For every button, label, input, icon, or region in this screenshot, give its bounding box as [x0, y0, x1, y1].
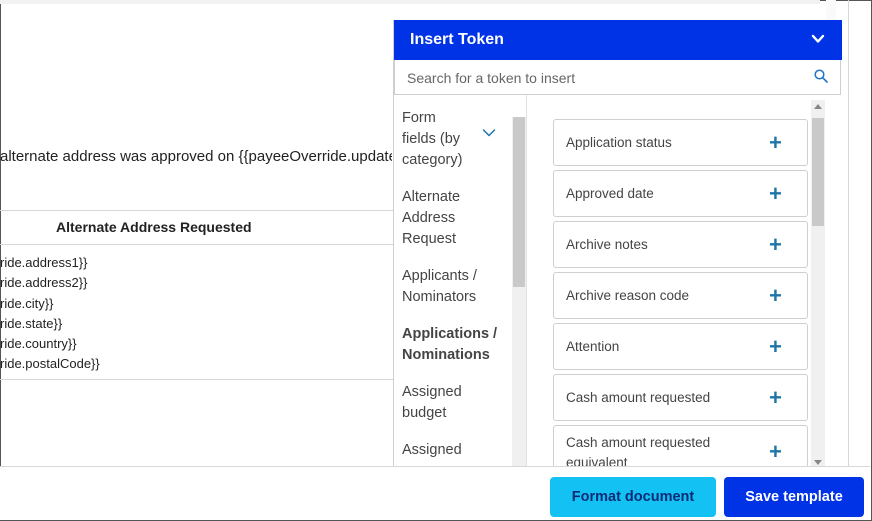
chevron-down-icon[interactable] — [482, 128, 496, 138]
category-label: Applications / Nominations — [402, 326, 498, 363]
format-document-button[interactable]: Format document — [550, 477, 716, 517]
category-label: Assigned budget — [402, 384, 462, 421]
table-row: ride.postalCode}} — [0, 356, 100, 372]
table-header: Alternate Address Requested — [56, 219, 252, 235]
token-item[interactable]: Application status + — [553, 119, 808, 166]
table-body[interactable]: ride.address1}} ride.address2}} ride.cit… — [0, 253, 100, 375]
token-scrollbar[interactable] — [811, 100, 825, 466]
category-item[interactable]: Assigned budget — [394, 376, 512, 434]
plus-icon[interactable]: + — [769, 132, 782, 154]
table-border-top — [0, 210, 393, 211]
token-label: Attention — [566, 339, 620, 354]
template-sentence[interactable]: alternate address was approved on {{paye… — [0, 148, 392, 165]
table-row: ride.state}} — [0, 315, 63, 331]
top-divider — [0, 0, 820, 4]
table-row: ride.country}} — [0, 336, 77, 352]
category-item-selected[interactable]: Applications / Nominations — [394, 318, 512, 376]
save-template-button[interactable]: Save template — [724, 477, 864, 517]
scrollbar-thumb[interactable] — [513, 117, 525, 287]
category-label: Form fields (by category) — [402, 110, 463, 168]
plus-icon[interactable]: + — [769, 336, 782, 358]
table-border-mid — [0, 244, 393, 245]
token-label: Cash amount requested — [566, 390, 711, 405]
table-border-bottom — [0, 379, 393, 380]
plus-icon[interactable]: + — [769, 387, 782, 409]
token-item[interactable]: Archive reason code + — [553, 272, 808, 319]
token-label: Archive notes — [566, 237, 648, 252]
category-scrollbar[interactable] — [512, 117, 526, 466]
plus-icon[interactable]: + — [769, 183, 782, 205]
token-item[interactable]: Attention + — [553, 323, 808, 370]
scrollbar-thumb[interactable] — [812, 118, 824, 226]
category-label: Applicants / Nominators — [402, 268, 477, 305]
search-input[interactable] — [405, 67, 809, 89]
panel-header[interactable]: Insert Token — [394, 20, 842, 60]
token-list: Application status + Approved date + Arc… — [553, 119, 808, 476]
footer-bar: Format document Save template — [0, 466, 870, 520]
table-row: ride.address1}} — [0, 255, 88, 270]
token-label: Application status — [566, 135, 672, 150]
category-list: Form fields (by category) Alternate Addr… — [394, 102, 512, 471]
plus-icon[interactable]: + — [769, 234, 782, 256]
insert-token-panel: Insert Token Form fields (by category) A… — [393, 20, 842, 472]
token-search — [394, 60, 841, 95]
plus-icon[interactable]: + — [769, 441, 782, 463]
token-label: Archive reason code — [566, 288, 690, 303]
right-divider — [848, 0, 849, 466]
token-item[interactable]: Cash amount requested equivalent + — [553, 425, 808, 472]
category-item[interactable]: Alternate Address Request — [394, 181, 512, 260]
scroll-down-icon[interactable] — [814, 460, 822, 465]
panel-title: Insert Token — [410, 31, 504, 48]
category-item[interactable]: Applicants / Nominators — [394, 260, 512, 318]
token-item[interactable]: Archive notes + — [553, 221, 808, 268]
search-icon[interactable] — [814, 69, 828, 83]
plus-icon[interactable]: + — [769, 285, 782, 307]
token-item[interactable]: Cash amount requested + — [553, 374, 808, 421]
chevron-down-icon[interactable] — [811, 32, 825, 46]
category-label: Assigned — [402, 442, 462, 458]
token-item[interactable]: Approved date + — [553, 170, 808, 217]
table-row: ride.address2}} — [0, 275, 88, 291]
token-label: Approved date — [566, 186, 654, 201]
column-divider — [526, 95, 527, 466]
category-label: Alternate Address Request — [402, 189, 461, 247]
table-row: ride.city}} — [0, 295, 54, 311]
category-item[interactable]: Form fields (by category) — [394, 102, 512, 181]
scroll-up-icon[interactable] — [814, 104, 822, 109]
